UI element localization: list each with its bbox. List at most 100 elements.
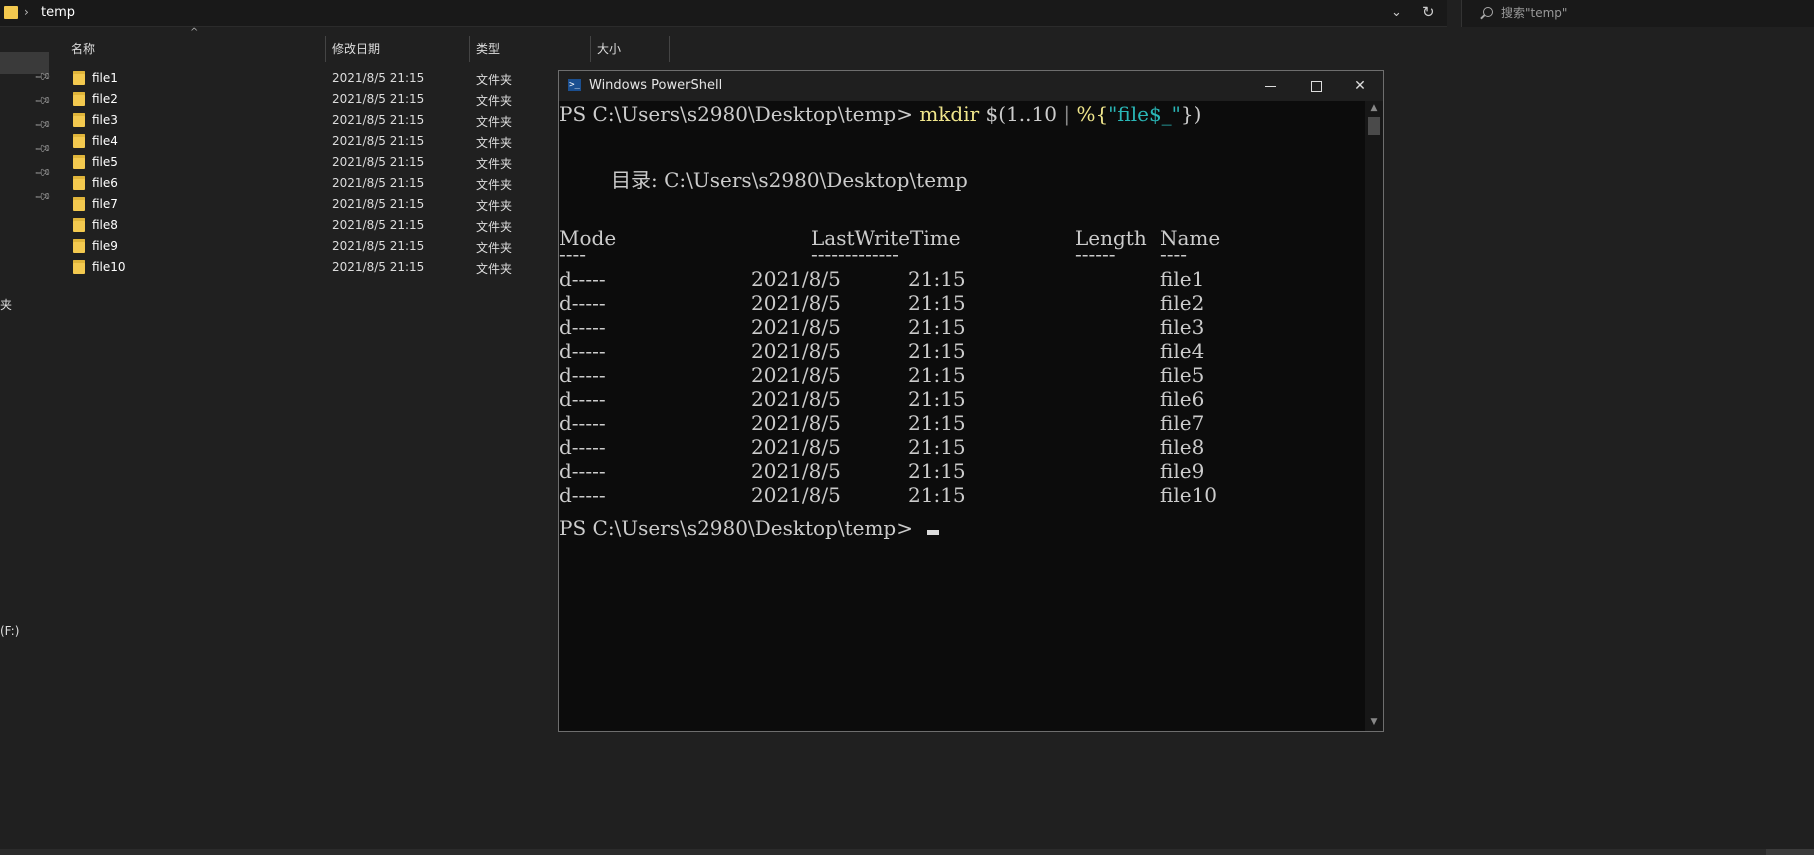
file-date: 2021/8/5 21:15 <box>332 176 425 190</box>
row-mode: d----- <box>559 411 606 435</box>
prompt: PS C:\Users\s2980\Desktop\temp> <box>559 102 913 126</box>
row-time: 21:15 <box>908 291 966 315</box>
row-time: 21:15 <box>908 267 966 291</box>
row-name: file7 <box>1160 411 1205 435</box>
column-divider[interactable] <box>469 36 470 62</box>
file-date: 2021/8/5 21:15 <box>332 260 425 274</box>
file-type: 文件夹 <box>476 241 513 255</box>
column-header-date[interactable]: 修改日期 <box>332 36 380 62</box>
pin-icon[interactable]: 📌︎ <box>33 187 52 206</box>
scroll-up-icon[interactable]: ▲ <box>1365 101 1383 115</box>
folder-icon <box>73 155 85 169</box>
row-date: 2021/8/5 <box>751 291 841 315</box>
address-bar[interactable]: › temp ⌄ ↻ <box>0 0 1447 27</box>
directory-line: 目录: C:\Users\s2980\Desktop\temp <box>611 168 968 192</box>
pin-icon[interactable]: 📌︎ <box>33 91 52 110</box>
file-name: file7 <box>92 197 118 211</box>
scrollbar-thumb[interactable] <box>1766 849 1814 855</box>
column-header-size[interactable]: 大小 <box>597 36 621 62</box>
row-mode: d----- <box>559 291 606 315</box>
file-row[interactable]: file4 2021/8/5 21:15 文件夹 <box>62 131 562 152</box>
file-type: 文件夹 <box>476 136 513 150</box>
pin-icon[interactable]: 📌︎ <box>33 115 52 134</box>
row-time: 21:15 <box>908 315 966 339</box>
file-name: file8 <box>92 218 118 232</box>
command-line: PS C:\Users\s2980\Desktop\temp> mkdir $(… <box>559 102 1201 126</box>
folder-icon <box>73 134 85 148</box>
file-type: 文件夹 <box>476 157 513 171</box>
command-close: }) <box>1180 102 1202 126</box>
file-type: 文件夹 <box>476 73 513 87</box>
header-underline: ---- <box>559 242 587 266</box>
refresh-icon[interactable]: ↻ <box>1422 3 1435 21</box>
file-date: 2021/8/5 21:15 <box>332 134 425 148</box>
file-row[interactable]: file6 2021/8/5 21:15 文件夹 <box>62 173 562 194</box>
horizontal-scrollbar[interactable] <box>0 849 1814 855</box>
file-row[interactable]: file5 2021/8/5 21:15 文件夹 <box>62 152 562 173</box>
file-date: 2021/8/5 21:15 <box>332 71 425 85</box>
file-type: 文件夹 <box>476 199 513 213</box>
file-name: file1 <box>92 71 118 85</box>
vertical-scrollbar[interactable]: ▲ ▼ <box>1365 101 1383 731</box>
file-row[interactable]: file9 2021/8/5 21:15 文件夹 <box>62 236 562 257</box>
column-header-type[interactable]: 类型 <box>476 36 500 62</box>
file-type: 文件夹 <box>476 220 513 234</box>
nav-item-drive-f[interactable]: (F:) <box>0 624 19 638</box>
search-icon <box>1483 7 1493 17</box>
column-header-name[interactable]: 名称 <box>71 36 95 62</box>
file-row[interactable]: file1 2021/8/5 21:15 文件夹 <box>62 68 562 89</box>
row-mode: d----- <box>559 483 606 507</box>
nav-item-fragment[interactable]: 夹 <box>0 296 12 313</box>
powershell-icon[interactable]: >_ <box>568 79 581 91</box>
file-row[interactable]: file3 2021/8/5 21:15 文件夹 <box>62 110 562 131</box>
row-mode: d----- <box>559 363 606 387</box>
row-time: 21:15 <box>908 411 966 435</box>
command-foreach: %{ <box>1076 102 1109 126</box>
file-type: 文件夹 <box>476 94 513 108</box>
sort-ascending-icon: ^ <box>190 27 199 38</box>
file-row[interactable]: file10 2021/8/5 21:15 文件夹 <box>62 257 562 278</box>
breadcrumb-temp[interactable]: temp <box>41 5 75 20</box>
row-name: file3 <box>1160 315 1205 339</box>
file-date: 2021/8/5 21:15 <box>332 113 425 127</box>
row-mode: d----- <box>559 267 606 291</box>
column-divider[interactable] <box>325 36 326 62</box>
close-button[interactable]: ✕ <box>1337 71 1383 101</box>
file-date: 2021/8/5 21:15 <box>332 239 425 253</box>
scrollbar-thumb[interactable] <box>1368 117 1380 135</box>
file-row[interactable]: file2 2021/8/5 21:15 文件夹 <box>62 89 562 110</box>
scroll-down-icon[interactable]: ▼ <box>1365 715 1383 729</box>
column-divider[interactable] <box>590 36 591 62</box>
row-name: file9 <box>1160 459 1205 483</box>
pin-icon[interactable]: 📌︎ <box>33 139 52 158</box>
file-row[interactable]: file8 2021/8/5 21:15 文件夹 <box>62 215 562 236</box>
history-dropdown-icon[interactable]: ⌄ <box>1391 5 1402 20</box>
row-mode: d----- <box>559 315 606 339</box>
powershell-window[interactable]: >_ Windows PowerShell ✕ PS C:\Users\s298… <box>558 70 1384 732</box>
row-date: 2021/8/5 <box>751 435 841 459</box>
folder-icon <box>73 197 85 211</box>
window-titlebar[interactable]: >_ Windows PowerShell ✕ <box>559 71 1383 101</box>
file-name: file10 <box>92 260 126 274</box>
minimize-icon <box>1264 85 1276 87</box>
minimize-button[interactable] <box>1247 71 1293 101</box>
row-date: 2021/8/5 <box>751 411 841 435</box>
maximize-button[interactable] <box>1293 71 1339 101</box>
folder-icon <box>73 260 85 274</box>
file-name: file2 <box>92 92 118 106</box>
search-box[interactable] <box>1461 0 1814 27</box>
pin-icon[interactable]: 📌︎ <box>33 163 52 182</box>
header-underline: ------------- <box>811 242 899 266</box>
maximize-icon <box>1310 80 1322 92</box>
row-name: file1 <box>1160 267 1205 291</box>
prompt: PS C:\Users\s2980\Desktop\temp> <box>559 516 913 540</box>
row-date: 2021/8/5 <box>751 387 841 411</box>
file-type: 文件夹 <box>476 178 513 192</box>
search-input[interactable] <box>1501 4 1801 22</box>
column-divider[interactable] <box>669 36 670 62</box>
breadcrumb-chevron-icon[interactable]: › <box>24 5 29 19</box>
row-mode: d----- <box>559 435 606 459</box>
file-list: file1 2021/8/5 21:15 文件夹 file2 2021/8/5 21:… <box>62 68 562 278</box>
file-row[interactable]: file7 2021/8/5 21:15 文件夹 <box>62 194 562 215</box>
console-output[interactable]: PS C:\Users\s2980\Desktop\temp> mkdir $(… <box>559 101 1359 731</box>
